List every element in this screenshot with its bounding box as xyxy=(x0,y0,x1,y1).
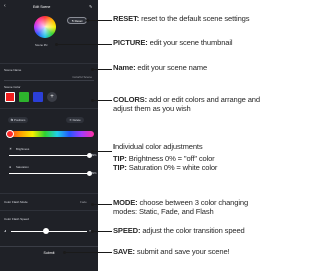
callout-adjust: Individual color adjustments xyxy=(113,142,270,152)
color-flash-mode-select[interactable]: Fade xyxy=(80,200,87,204)
callout-picture-text: edit your scene thumbnail xyxy=(147,38,233,47)
turtle-icon: ◕ xyxy=(4,228,7,233)
callout-individual-text: ndividual color adjustments xyxy=(114,142,203,151)
divider xyxy=(0,63,98,64)
callout-reset: RESET: reset to the default scene settin… xyxy=(113,14,270,24)
callout-dot-picture xyxy=(55,43,58,46)
droplet-icon: ● xyxy=(9,165,12,169)
callout-tip-saturation: TIP: Saturation 0% = white color xyxy=(113,163,270,173)
callout-colors: COLORS: add or edit colors and arrange a… xyxy=(113,95,270,113)
callout-line-picture xyxy=(56,44,112,45)
callout-line-mode xyxy=(92,204,112,205)
saturation-label: Saturation xyxy=(16,165,29,169)
callout-line-adjust xyxy=(92,151,112,152)
callout-speed-key: SPEED: xyxy=(113,226,141,235)
sun-icon: ☀ xyxy=(9,147,13,151)
plus-icon: + xyxy=(50,94,54,100)
back-arrow-icon[interactable]: ‹ xyxy=(4,4,9,9)
delete-button[interactable]: ✕ Delete xyxy=(66,117,84,123)
callout-name-text: edit your scene name xyxy=(135,63,208,72)
callout-picture-key: PICTURE: xyxy=(113,38,148,47)
callout-save: SAVE: submit and save your scene! xyxy=(113,247,270,257)
hue-slider-thumb[interactable] xyxy=(6,130,14,138)
callout-reset-text: reset to the default scene settings xyxy=(139,14,250,23)
callout-name: Name: edit your scene name xyxy=(113,63,270,73)
scene-colors-label: Scene Color xyxy=(4,85,21,89)
page-title: Edit Scene xyxy=(33,5,51,9)
callout-tip1-key: TIP: xyxy=(113,154,127,163)
saturation-value: 99% xyxy=(91,171,97,175)
callout-name-key: Name: xyxy=(113,63,136,72)
scene-name-value: Colorful Scene xyxy=(72,75,92,79)
reset-button[interactable]: ↻Reset xyxy=(67,17,87,24)
callout-dot-name xyxy=(91,68,94,71)
callout-dot-colors xyxy=(91,99,94,102)
divider xyxy=(0,210,98,211)
callout-save-key: SAVE: xyxy=(113,247,135,256)
speed-slider-thumb[interactable] xyxy=(43,228,49,234)
scene-name-label: Scene Name xyxy=(4,68,22,72)
callout-tip1-text: Brightness 0% = "off" color xyxy=(126,154,215,163)
submit-button-label: Submit xyxy=(43,251,55,255)
color-swatch-blue[interactable] xyxy=(33,92,43,102)
positions-button[interactable]: ⇆ Positions xyxy=(8,117,28,123)
divider xyxy=(0,193,98,194)
add-color-button[interactable]: + xyxy=(47,92,57,102)
saturation-slider[interactable] xyxy=(9,173,89,174)
callout-line-name xyxy=(92,69,112,70)
speed-slider[interactable] xyxy=(11,231,87,232)
callout-dot-save xyxy=(63,251,66,254)
callout-dot-reset xyxy=(86,19,89,22)
callout-speed: SPEED: adjust the color transition speed xyxy=(113,226,270,236)
color-swatch-green[interactable] xyxy=(19,92,29,102)
callout-line-save xyxy=(64,252,112,253)
edit-icon[interactable]: ✎ xyxy=(89,4,94,9)
callout-speed-text: adjust the color transition speed xyxy=(140,226,245,235)
phone-screen: ‹ Edit Scene ✎ Scene Pic ↻Reset Scene Na… xyxy=(0,0,98,271)
scene-picture[interactable] xyxy=(34,16,56,38)
hue-spectrum-slider[interactable] xyxy=(8,131,94,137)
callout-line-reset xyxy=(87,20,112,21)
callout-tip2-key: TIP: xyxy=(113,163,127,172)
callout-line-colors xyxy=(92,100,112,101)
callout-reset-key: RESET: xyxy=(113,14,140,23)
delete-label: Delete xyxy=(72,118,81,122)
scene-picture-label: Scene Pic xyxy=(35,43,48,47)
callout-dot-mode xyxy=(91,203,94,206)
reset-button-label: Reset xyxy=(74,19,83,23)
brightness-slider[interactable] xyxy=(9,155,89,156)
callout-save-text: submit and save your scene! xyxy=(134,247,230,256)
scene-name-field[interactable]: Colorful Scene xyxy=(4,74,94,81)
color-flash-mode-label: Color Flash Mode xyxy=(4,200,28,204)
callout-tip2-text: Saturation 0% = white color xyxy=(126,163,218,172)
positions-label: Positions xyxy=(14,118,26,122)
callout-dot-adjust xyxy=(91,150,94,153)
brightness-value: 99% xyxy=(91,153,97,157)
callout-picture: PICTURE: edit your scene thumbnail xyxy=(113,38,270,48)
callout-dot-speed xyxy=(91,230,94,233)
callout-line-speed xyxy=(92,231,112,232)
color-swatch-red[interactable] xyxy=(5,92,15,102)
callout-mode: MODE: choose between 3 color changing mo… xyxy=(113,198,270,216)
brightness-label: Brightness xyxy=(16,147,30,151)
divider xyxy=(0,108,98,109)
color-flash-speed-label: Color Flash Speed xyxy=(4,217,29,221)
